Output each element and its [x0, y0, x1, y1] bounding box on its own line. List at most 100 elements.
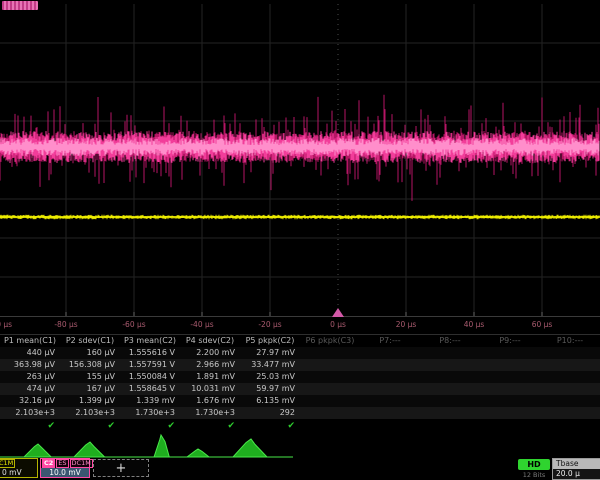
measure-value-row: 363.98 µV156.308 µV1.557591 V2.966 mV33.… — [0, 359, 600, 371]
measure-header-cell[interactable]: P8:--- — [420, 335, 480, 347]
c2-coupling-badge: DC1M — [70, 459, 93, 468]
measure-status-cell: ✔ — [240, 419, 300, 432]
x-axis-label: -60 µs — [122, 320, 145, 329]
measure-value-cell: 1.676 mV — [180, 395, 240, 407]
measure-value-cell: 59.97 mV — [240, 383, 300, 395]
measure-value-cell: 1.399 µV — [60, 395, 120, 407]
measure-status-cell — [540, 419, 600, 432]
measure-value-cell — [300, 395, 360, 407]
x-axis-label: 0 µs — [330, 320, 346, 329]
x-axis-label: -100 µs — [0, 320, 12, 329]
measure-value-cell: 155 µV — [60, 371, 120, 383]
add-trace-button[interactable]: + — [93, 459, 149, 477]
measure-value-cell: 474 µV — [0, 383, 60, 395]
hd-bits-label: 12 Bits — [518, 471, 550, 479]
measure-header-cell[interactable]: P9:--- — [480, 335, 540, 347]
c2-eres-badge: ES — [56, 459, 68, 468]
measure-header-cell[interactable]: P5 pkpk(C2) — [240, 335, 300, 347]
measure-value-cell — [300, 383, 360, 395]
measure-value-cell — [480, 383, 540, 395]
c1-scale-value: 0 mV — [0, 468, 37, 478]
measure-value-cell: 1.730e+3 — [120, 407, 180, 419]
measure-value-cell — [540, 371, 600, 383]
measure-value-cell — [300, 347, 360, 359]
measure-value-cell: 2.200 mV — [180, 347, 240, 359]
timebase-value: 20.0 µ — [553, 469, 600, 479]
measure-value-cell — [480, 371, 540, 383]
measure-value-cell: 1.550084 V — [120, 371, 180, 383]
measure-header-cell[interactable]: P2 sdev(C1) — [60, 335, 120, 347]
measure-value-cell — [360, 359, 420, 371]
measure-value-cell — [420, 383, 480, 395]
measure-value-cell: 32.16 µV — [0, 395, 60, 407]
measure-value-cell — [360, 407, 420, 419]
measure-status-cell: ✔ — [180, 419, 240, 432]
measure-header-cell[interactable]: P3 mean(C2) — [120, 335, 180, 347]
measure-value-cell: 1.558645 V — [120, 383, 180, 395]
c1-coupling-badge: DC1M — [0, 459, 15, 468]
measure-header-cell[interactable]: P1 mean(C1) — [0, 335, 60, 347]
measure-value-cell: 2.103e+3 — [60, 407, 120, 419]
c1-coupling-row: DC1M — [0, 459, 37, 468]
status-check-icon: ✔ — [47, 421, 55, 431]
c2-label-badge: C2 — [42, 459, 55, 468]
measure-status-row: ✔✔✔✔✔ — [0, 419, 600, 432]
measure-value-cell — [300, 407, 360, 419]
x-axis: -100 µs-80 µs-60 µs-40 µs-20 µs0 µs20 µs… — [0, 318, 600, 335]
measure-value-row: 440 µV160 µV1.555616 V2.200 mV27.97 mV — [0, 347, 600, 359]
histogram-path — [0, 435, 293, 457]
measure-value-cell: 1.339 mV — [120, 395, 180, 407]
measure-value-cell: 33.477 mV — [240, 359, 300, 371]
measure-status-cell: ✔ — [120, 419, 180, 432]
measure-header-cell[interactable]: P7:--- — [360, 335, 420, 347]
measure-value-cell: 1.891 mV — [180, 371, 240, 383]
measure-status-cell — [360, 419, 420, 432]
status-check-icon: ✔ — [227, 421, 235, 431]
c2-scale-value: 10.0 mV — [41, 468, 89, 477]
trigger-position-marker[interactable] — [332, 308, 344, 317]
measure-value-cell: 10.031 mV — [180, 383, 240, 395]
x-axis-label: 40 µs — [464, 320, 485, 329]
measure-value-cell: 2.103e+3 — [0, 407, 60, 419]
measure-value-cell — [420, 359, 480, 371]
measurement-table: P1 mean(C1)P2 sdev(C1)P3 mean(C2)P4 sdev… — [0, 335, 600, 432]
measure-status-cell — [480, 419, 540, 432]
measure-value-cell: 1.557591 V — [120, 359, 180, 371]
measure-value-row: 2.103e+32.103e+31.730e+31.730e+3292 — [0, 407, 600, 419]
measure-value-cell: 167 µV — [60, 383, 120, 395]
measure-value-cell: 363.98 µV — [0, 359, 60, 371]
measure-value-cell: 1.555616 V — [120, 347, 180, 359]
histogram-trace — [0, 432, 600, 458]
timebase-descriptor[interactable]: Tbase 20.0 µ — [552, 458, 600, 480]
measure-value-cell — [300, 359, 360, 371]
measure-value-cell — [360, 395, 420, 407]
measure-value-cell: 156.308 µV — [60, 359, 120, 371]
measure-status-cell — [300, 419, 360, 432]
measure-value-cell — [540, 383, 600, 395]
plot-path — [66, 312, 542, 316]
measure-value-cell — [480, 347, 540, 359]
measure-header-cell[interactable]: P6 pkpk(C3) — [300, 335, 360, 347]
channel-c1-descriptor[interactable]: DC1M 0 mV — [0, 458, 38, 478]
measure-value-cell: 2.966 mV — [180, 359, 240, 371]
measure-value-cell — [360, 371, 420, 383]
measure-value-cell — [420, 395, 480, 407]
measure-value-cell — [480, 395, 540, 407]
measure-value-cell — [540, 347, 600, 359]
measure-value-cell — [360, 347, 420, 359]
measure-value-cell — [540, 359, 600, 371]
measure-value-cell — [540, 407, 600, 419]
hd-mode-badge[interactable]: HD — [518, 459, 550, 470]
measure-value-cell: 25.03 mV — [240, 371, 300, 383]
measure-header-row: P1 mean(C1)P2 sdev(C1)P3 mean(C2)P4 sdev… — [0, 335, 600, 347]
measure-value-cell — [480, 359, 540, 371]
measure-header-cell[interactable]: P10:--- — [540, 335, 600, 347]
bottom-bar: DC1M 0 mV C2 ES DC1M 10.0 mV + HD 12 Bit… — [0, 458, 600, 480]
x-axis-label: 60 µs — [532, 320, 553, 329]
channel-c2-descriptor[interactable]: C2 ES DC1M 10.0 mV — [40, 458, 90, 478]
x-axis-label: 20 µs — [396, 320, 417, 329]
measure-value-cell: 6.135 mV — [240, 395, 300, 407]
measure-header-cell[interactable]: P4 sdev(C2) — [180, 335, 240, 347]
measure-status-cell — [420, 419, 480, 432]
measure-value-cell — [360, 383, 420, 395]
